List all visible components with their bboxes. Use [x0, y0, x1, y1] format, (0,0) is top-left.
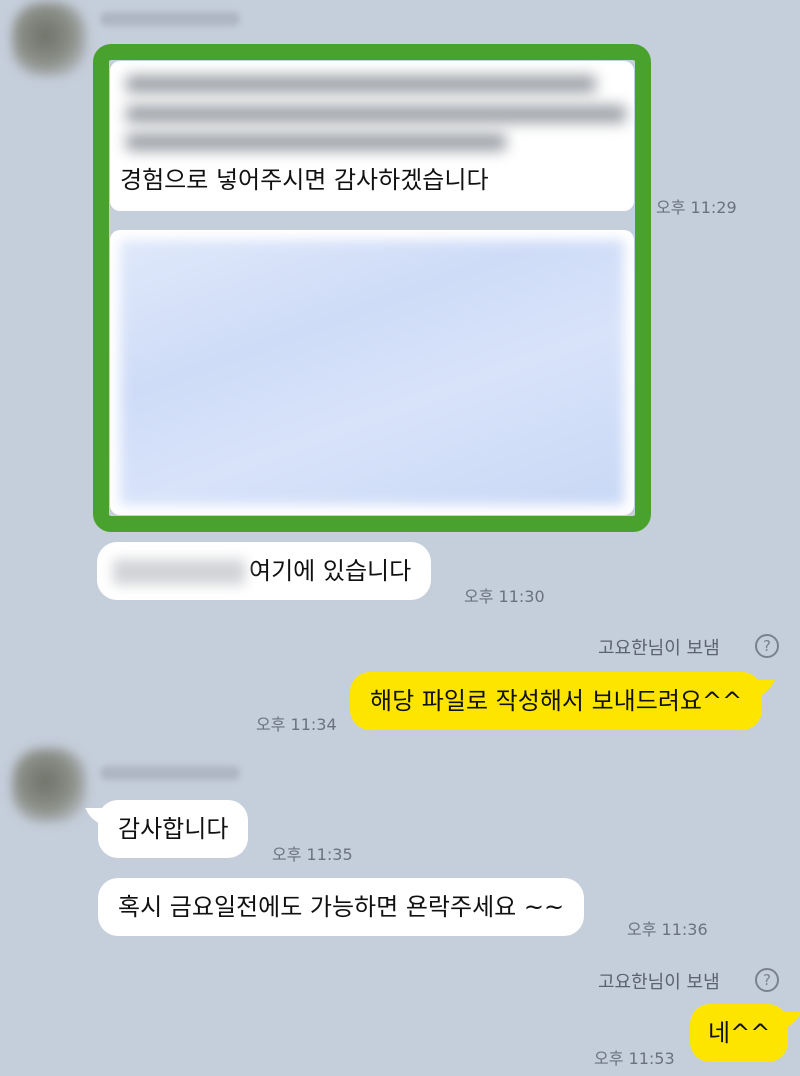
- incoming-message[interactable]: 감사합니다: [98, 800, 249, 858]
- blurred-text-line: [126, 75, 596, 93]
- message-time: 오후 11:35: [272, 845, 353, 864]
- card-text-message[interactable]: 경험으로 넣어주시면 감사하겠습니다: [110, 61, 634, 211]
- blurred-image: [120, 240, 624, 505]
- outgoing-message[interactable]: 네^^: [690, 1004, 789, 1062]
- sender-name-blurred: [100, 766, 240, 780]
- card-caption: 경험으로 넣어주시면 감사하겠습니다: [120, 166, 489, 194]
- sender-name-blurred: [100, 12, 240, 26]
- help-icon[interactable]: ?: [755, 634, 779, 658]
- message-text: 여기에 있습니다: [249, 557, 412, 585]
- message-time: 오후 11:36: [627, 920, 708, 939]
- blurred-text-line: [126, 105, 626, 123]
- outgoing-message[interactable]: 해당 파일로 작성해서 보내드려요^^: [350, 672, 763, 730]
- card-image-message[interactable]: [110, 230, 634, 515]
- message-time: 오후 11:29: [656, 198, 737, 217]
- sent-by-note: 고요한님이 보냄: [598, 972, 720, 993]
- incoming-message[interactable]: 혹시 금요일전에도 가능하면 욘락주세요 ~~: [98, 878, 585, 936]
- incoming-message[interactable]: 여기에 있습니다: [97, 542, 432, 600]
- avatar[interactable]: [12, 748, 86, 822]
- message-time: 오후 11:30: [464, 587, 545, 606]
- avatar[interactable]: [12, 2, 86, 76]
- blurred-text-line: [126, 133, 506, 151]
- sent-by-note: 고요한님이 보냄: [598, 638, 720, 659]
- help-icon[interactable]: ?: [755, 968, 779, 992]
- message-time: 오후 11:53: [594, 1049, 675, 1068]
- blurred-inline-text: [113, 559, 245, 585]
- message-time: 오후 11:34: [256, 715, 337, 734]
